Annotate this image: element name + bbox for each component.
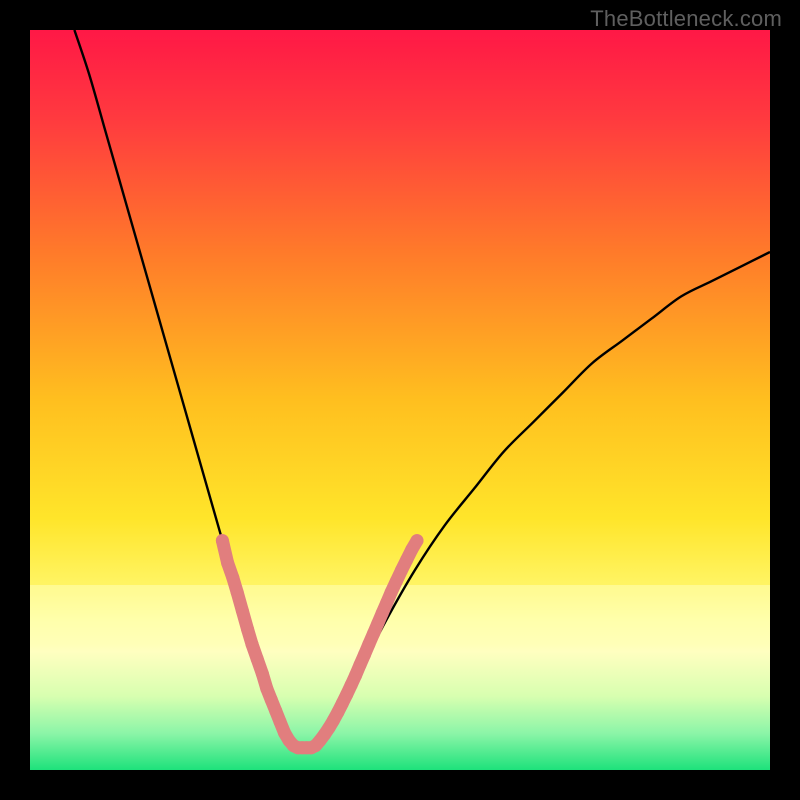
chart-svg xyxy=(30,30,770,770)
gradient-background xyxy=(30,30,770,770)
marker-endcap xyxy=(216,534,229,547)
marker-endcap xyxy=(411,534,424,547)
watermark-text: TheBottleneck.com xyxy=(590,6,782,32)
chart-plot xyxy=(30,30,770,770)
canvas-frame: TheBottleneck.com xyxy=(0,0,800,800)
